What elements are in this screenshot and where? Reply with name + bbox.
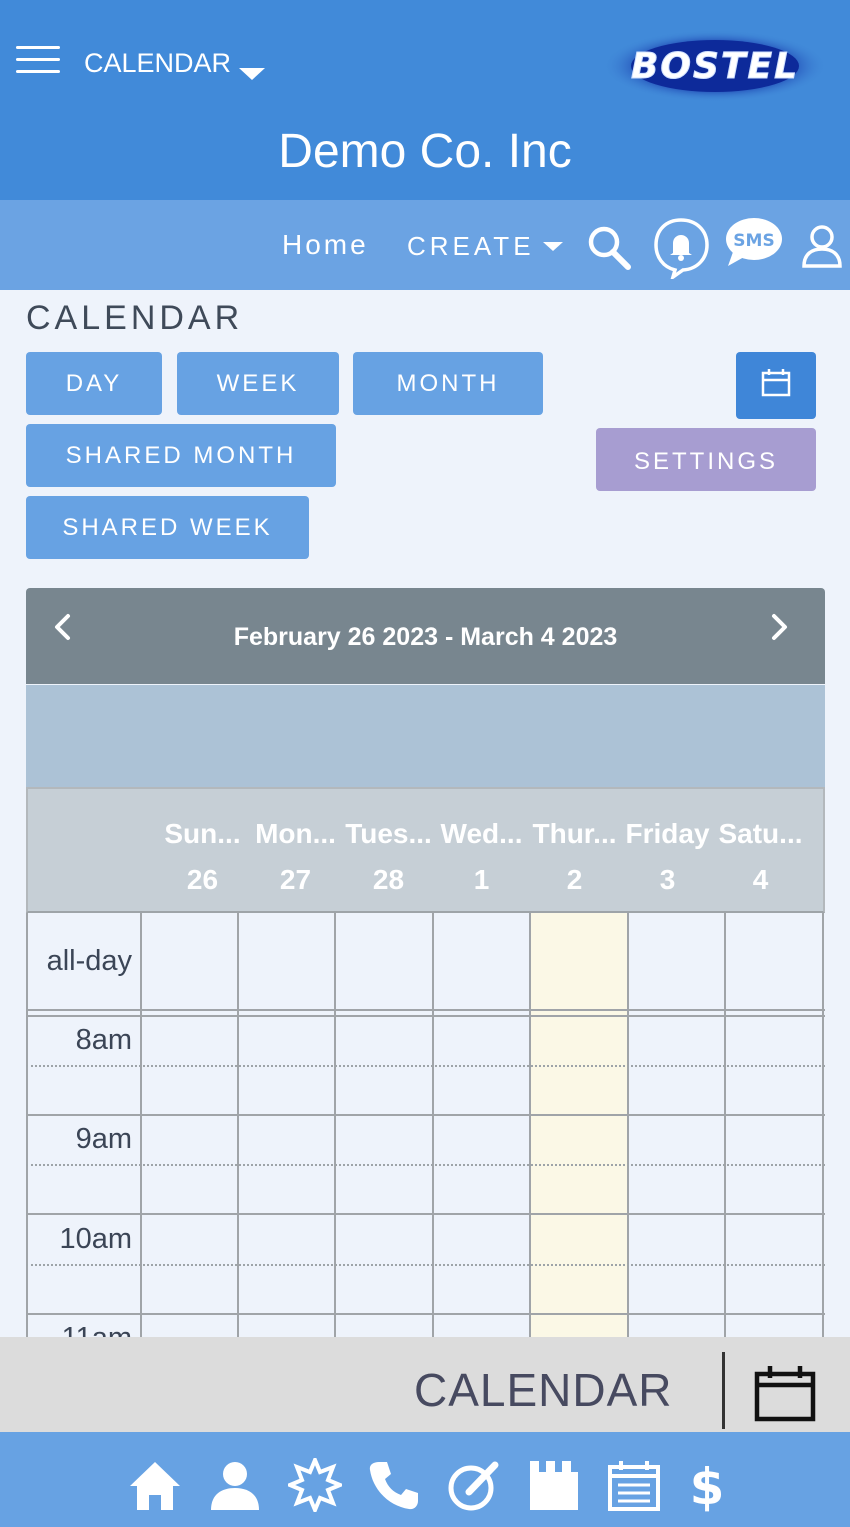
today-column <box>531 913 628 1337</box>
grid-line <box>26 1213 825 1215</box>
sms-icon[interactable]: SMS <box>724 216 784 268</box>
grid-line <box>26 1015 825 1017</box>
grid-line <box>627 913 629 1337</box>
nav-create-menu[interactable]: CREATE <box>407 231 563 262</box>
time-label-8am: 8am <box>75 1024 132 1056</box>
week-grid: Sun... 26 Mon... 27 Tues... 28 Wed... 1 Thur… <box>26 787 825 1337</box>
half-hour-line <box>26 1065 825 1067</box>
shared-week-button[interactable]: SHARED WEEK <box>26 496 309 559</box>
date-range-title: February 26 2023 - March 4 2023 <box>233 623 618 651</box>
footer-title: CALENDAR <box>414 1364 673 1416</box>
time-label-11am: 11am <box>26 1322 132 1337</box>
nav-create-label: CREATE <box>407 231 535 261</box>
bostel-logo: BOSTEL <box>603 30 827 102</box>
secondary-nav: Home CREATE <box>0 200 850 290</box>
clapperboard-icon[interactable] <box>527 1458 581 1512</box>
day-view-button[interactable]: DAY <box>26 352 162 415</box>
settings-button[interactable]: SETTINGS <box>596 428 816 491</box>
grid-line <box>26 1313 825 1315</box>
time-label-10am: 10am <box>59 1223 132 1255</box>
day-name: Satu... <box>718 818 803 849</box>
notification-bell-icon[interactable] <box>653 217 710 279</box>
company-name: Demo Co. Inc <box>278 125 572 178</box>
top-header: CALENDAR BOSTEL Demo Co. Inc <box>0 0 850 200</box>
page-title: CALENDAR <box>26 299 244 337</box>
calendar-icon <box>761 369 791 397</box>
footer-title-bar: CALENDAR <box>0 1337 850 1432</box>
day-header-sat[interactable]: Satu... 4 <box>714 811 807 903</box>
app-switcher-label: CALENDAR <box>84 48 232 78</box>
day-name: Friday <box>625 818 710 849</box>
chevron-down-icon <box>239 68 266 80</box>
day-number: 4 <box>752 864 769 895</box>
svg-text:BOSTEL: BOSTEL <box>631 46 799 87</box>
grid-line <box>432 913 434 1337</box>
user-profile-icon[interactable] <box>801 224 843 268</box>
time-label-9am: 9am <box>75 1123 132 1155</box>
day-number: 28 <box>372 864 405 895</box>
day-number: 2 <box>566 864 583 895</box>
chevron-down-icon <box>542 242 563 251</box>
day-name: Mon... <box>255 818 336 849</box>
edit-icon[interactable] <box>447 1458 501 1512</box>
time-grid[interactable]: all-day 8am 9am 10am 11am <box>26 913 825 1337</box>
svg-text:$: $ <box>690 1458 725 1512</box>
grid-line <box>724 913 726 1337</box>
day-header-row: Sun... 26 Mon... 27 Tues... 28 Wed... 1 Thur… <box>26 787 825 913</box>
calendar-icon[interactable] <box>754 1364 816 1422</box>
grid-line <box>26 1009 825 1011</box>
shared-month-button[interactable]: SHARED MONTH <box>26 424 336 487</box>
chevron-right-icon[interactable] <box>764 610 794 644</box>
dollar-icon[interactable]: $ <box>680 1458 734 1512</box>
half-hour-line <box>26 1264 825 1266</box>
month-view-button[interactable]: MONTH <box>353 352 543 415</box>
grid-line <box>822 913 824 1337</box>
grid-line <box>529 913 531 1337</box>
home-icon[interactable] <box>128 1458 182 1512</box>
date-picker-button[interactable] <box>736 352 816 419</box>
grid-line <box>237 913 239 1337</box>
app-switcher[interactable]: CALENDAR <box>84 48 266 80</box>
bottom-nav: $ <box>0 1432 850 1527</box>
day-number: 3 <box>659 864 676 895</box>
day-number: 26 <box>186 864 219 895</box>
day-name: Sun... <box>164 818 241 849</box>
day-header-tue[interactable]: Tues... 28 <box>342 811 435 903</box>
grid-line <box>26 1114 825 1116</box>
day-header-wed[interactable]: Wed... 1 <box>435 811 528 903</box>
day-header-fri[interactable]: Friday 3 <box>621 811 714 903</box>
day-number: 27 <box>279 864 312 895</box>
day-name: Thur... <box>532 818 617 849</box>
day-name: Tues... <box>345 818 432 849</box>
day-header-thu[interactable]: Thur... 2 <box>528 811 621 903</box>
allday-label: all-day <box>46 945 132 977</box>
sms-icon-label: SMS <box>733 231 774 251</box>
day-name: Wed... <box>440 818 523 849</box>
contacts-icon[interactable] <box>208 1458 262 1512</box>
nav-home-link[interactable]: Home <box>282 229 369 261</box>
divider <box>722 1352 725 1429</box>
grid-line <box>334 913 336 1337</box>
badge-icon[interactable] <box>288 1458 342 1512</box>
search-icon[interactable] <box>586 222 632 270</box>
half-hour-line <box>26 1164 825 1166</box>
week-view-button[interactable]: WEEK <box>177 352 339 415</box>
calendar-toolbar: February 26 2023 - March 4 2023 <box>26 588 825 684</box>
day-number: 1 <box>473 864 490 895</box>
menu-icon[interactable] <box>16 46 60 76</box>
day-header-mon[interactable]: Mon... 27 <box>249 811 342 903</box>
calendar-list-icon[interactable] <box>607 1458 661 1512</box>
grid-line <box>140 913 142 1337</box>
day-header-sun[interactable]: Sun... 26 <box>156 811 249 903</box>
calendar-band <box>26 685 825 787</box>
phone-icon[interactable] <box>367 1458 421 1512</box>
